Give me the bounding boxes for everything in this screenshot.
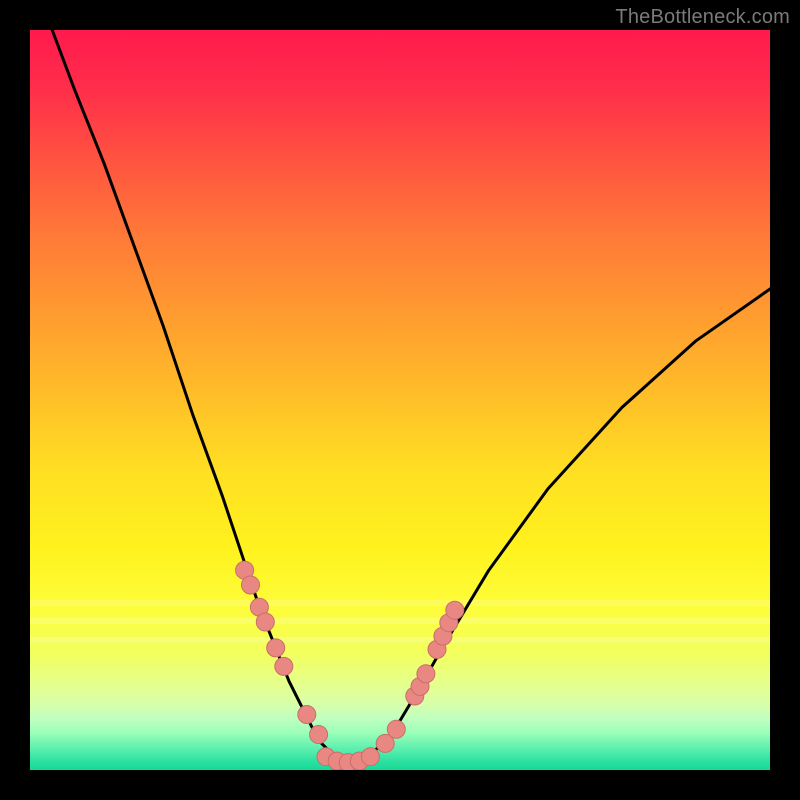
bottleneck-curve — [52, 30, 770, 763]
watermark-text: TheBottleneck.com — [615, 6, 790, 29]
data-dot — [267, 639, 285, 657]
data-dot — [387, 720, 405, 738]
data-dot — [417, 665, 435, 683]
data-dot — [310, 726, 328, 744]
data-dot — [298, 706, 316, 724]
plot-area — [30, 30, 770, 770]
data-dot — [361, 748, 379, 766]
data-dot — [242, 576, 260, 594]
data-dot — [446, 601, 464, 619]
curve-layer — [30, 30, 770, 770]
data-dot — [275, 657, 293, 675]
data-dot — [256, 613, 274, 631]
chart-container: TheBottleneck.com — [0, 0, 800, 800]
